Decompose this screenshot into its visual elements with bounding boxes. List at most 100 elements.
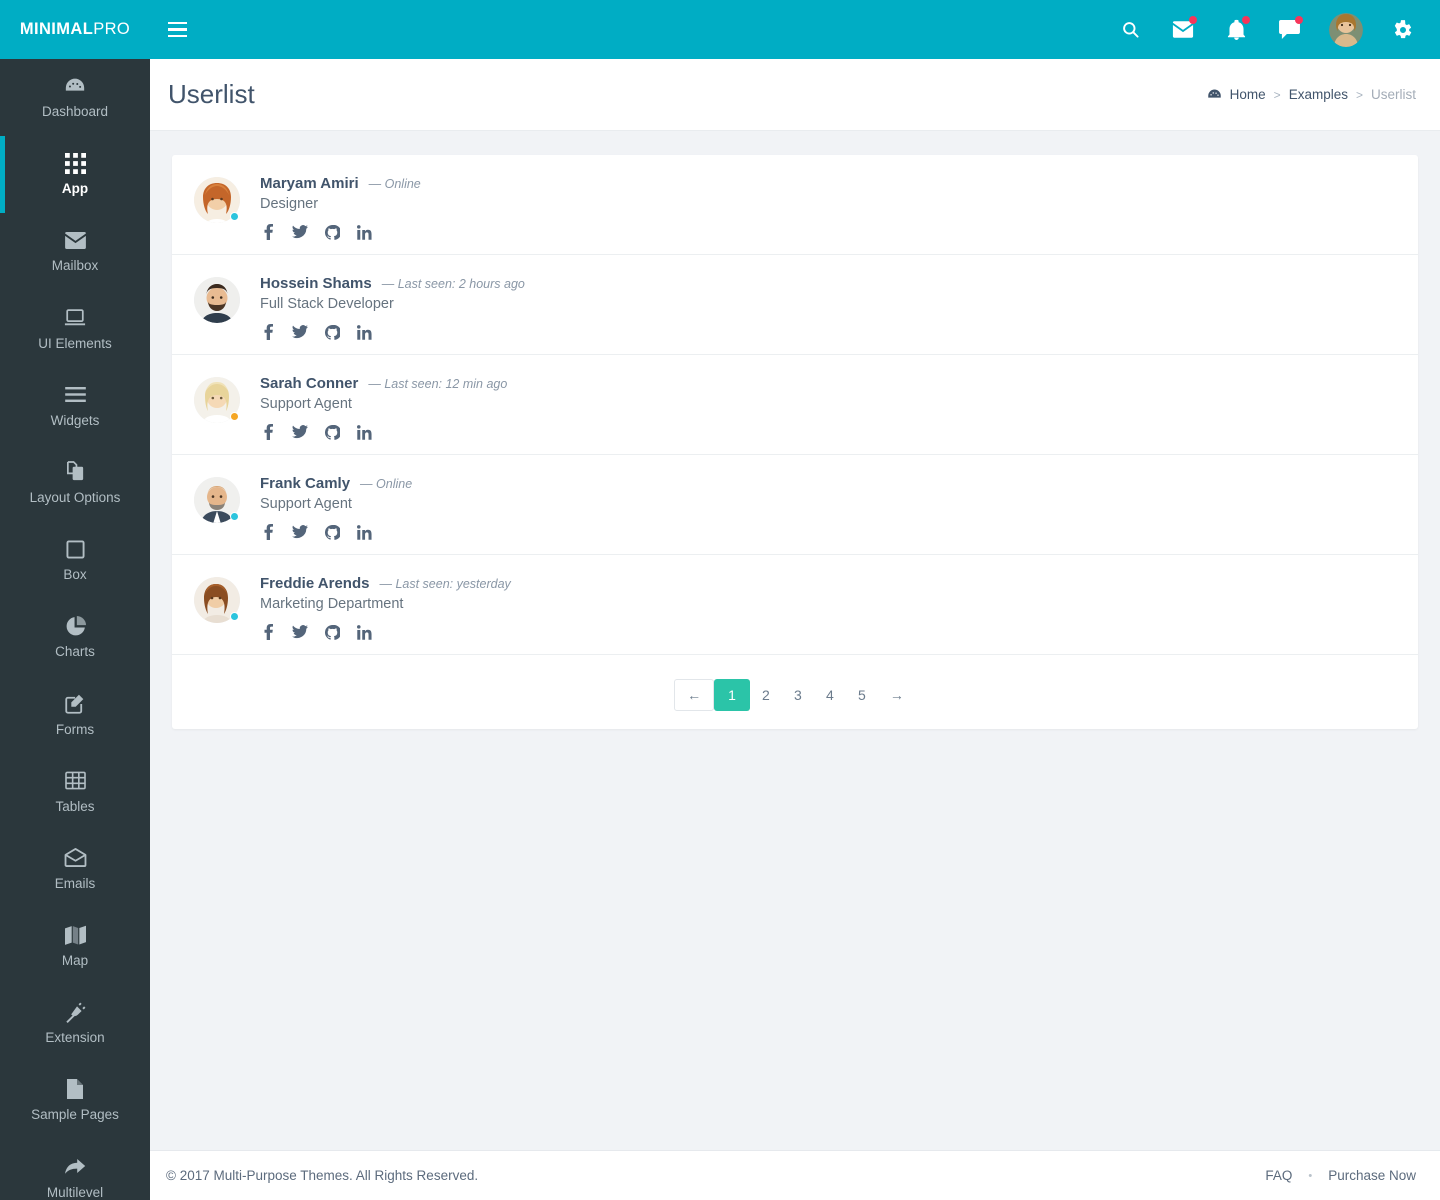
pagination-prev[interactable]: ←: [674, 679, 715, 711]
sidebar-item-mailbox[interactable]: Mailbox: [0, 213, 150, 290]
user-name-line: Maryam Amiri — Online: [260, 175, 421, 192]
breadcrumb-home[interactable]: Home: [1230, 87, 1266, 102]
list-item[interactable]: Sarah Conner — Last seen: 12 min ago Sup…: [172, 355, 1418, 455]
github-icon[interactable]: [324, 624, 340, 640]
pagination-page-5[interactable]: 5: [846, 679, 878, 711]
avatar-wrapper: [194, 177, 240, 223]
user-status: — Last seen: yesterday: [379, 577, 511, 591]
search-icon[interactable]: [1117, 17, 1143, 43]
user-status: — Last seen: 12 min ago: [368, 377, 508, 391]
twitter-icon[interactable]: [292, 324, 308, 340]
footer-copyright: © 2017 Multi-Purpose Themes. All Rights …: [166, 1168, 479, 1183]
facebook-icon[interactable]: [260, 224, 276, 240]
github-icon[interactable]: [324, 424, 340, 440]
status-indicator-away: [230, 412, 239, 421]
user-info: Frank Camly — Online Support Agent: [260, 473, 412, 540]
user-name[interactable]: Sarah Conner: [260, 375, 358, 392]
user-name[interactable]: Freddie Arends: [260, 575, 369, 592]
list-item[interactable]: Hossein Shams — Last seen: 2 hours ago F…: [172, 255, 1418, 355]
pie-chart-icon: [65, 613, 86, 639]
linkedin-icon[interactable]: [356, 224, 372, 240]
pagination-page-2[interactable]: 2: [750, 679, 782, 711]
sidebar-item-label: Multilevel: [46, 1184, 104, 1200]
sidebar-item-label: Layout Options: [29, 489, 121, 505]
linkedin-icon[interactable]: [356, 524, 372, 540]
facebook-icon[interactable]: [260, 324, 276, 340]
github-icon[interactable]: [324, 524, 340, 540]
sidebar-item-forms[interactable]: Forms: [0, 677, 150, 754]
bell-icon[interactable]: [1223, 15, 1250, 43]
twitter-icon[interactable]: [292, 424, 308, 440]
brand-logo-light: PRO: [93, 20, 131, 38]
header-actions: [1117, 12, 1440, 47]
sidebar-item-charts[interactable]: Charts: [0, 599, 150, 676]
sidebar-item-box[interactable]: Box: [0, 522, 150, 599]
settings-gear-icon[interactable]: [1390, 17, 1416, 43]
twitter-icon[interactable]: [292, 624, 308, 640]
user-info: Hossein Shams — Last seen: 2 hours ago F…: [260, 273, 525, 340]
avatar[interactable]: [1329, 12, 1363, 47]
open-envelope-icon: [64, 845, 87, 871]
user-role: Full Stack Developer: [260, 296, 394, 312]
twitter-icon[interactable]: [292, 524, 308, 540]
sidebar-item-label: Forms: [55, 721, 95, 737]
sidebar-nav[interactable]: Dashboard App Mailbox UI Elements Widget: [0, 59, 150, 1200]
user-info: Sarah Conner — Last seen: 12 min ago Sup…: [260, 373, 507, 440]
github-icon[interactable]: [324, 324, 340, 340]
list-item[interactable]: Frank Camly — Online Support Agent: [172, 455, 1418, 555]
sidebar-item-label: Extension: [45, 1030, 105, 1046]
comment-icon[interactable]: [1276, 15, 1303, 43]
user-status: — Last seen: 2 hours ago: [381, 277, 525, 291]
sidebar-item-extension[interactable]: Extension: [0, 985, 150, 1062]
plug-icon: [65, 999, 86, 1025]
user-role: Support Agent: [260, 396, 352, 412]
linkedin-icon[interactable]: [356, 324, 372, 340]
sidebar-item-map[interactable]: Map: [0, 908, 150, 985]
footer-separator-dot: •: [1308, 1169, 1313, 1182]
footer-purchase-link[interactable]: Purchase Now: [1328, 1168, 1416, 1183]
envelope-icon[interactable]: [1170, 15, 1197, 43]
sidebar-item-tables[interactable]: Tables: [0, 754, 150, 831]
pagination-page-3[interactable]: 3: [782, 679, 814, 711]
pagination-page-1[interactable]: 1: [714, 679, 750, 711]
social-links: [260, 424, 507, 440]
linkedin-icon[interactable]: [356, 624, 372, 640]
facebook-icon[interactable]: [260, 624, 276, 640]
envelope-icon: [64, 227, 87, 253]
user-name[interactable]: Maryam Amiri: [260, 175, 359, 192]
facebook-icon[interactable]: [260, 424, 276, 440]
sidebar-item-emails[interactable]: Emails: [0, 831, 150, 908]
sidebar-item-label: Tables: [55, 798, 95, 814]
pagination-page-4[interactable]: 4: [814, 679, 846, 711]
sidebar-item-dashboard[interactable]: Dashboard: [0, 59, 150, 136]
brand-logo[interactable]: MINIMAL PRO: [0, 0, 150, 59]
user-name[interactable]: Frank Camly: [260, 475, 350, 492]
top-header-bar: MINIMAL PRO: [0, 0, 1440, 59]
twitter-icon[interactable]: [292, 224, 308, 240]
sidebar-item-app[interactable]: App: [0, 136, 150, 214]
list-item[interactable]: Freddie Arends — Last seen: yesterday Ma…: [172, 555, 1418, 655]
copy-icon: [65, 459, 86, 485]
status-indicator-online: [230, 612, 239, 621]
main-content: Userlist Home > Examples > Userlist Mary…: [150, 59, 1440, 1200]
linkedin-icon[interactable]: [356, 424, 372, 440]
sidebar-item-sample-pages[interactable]: Sample Pages: [0, 1062, 150, 1139]
list-item[interactable]: Maryam Amiri — Online Designer: [172, 155, 1418, 255]
edit-icon: [64, 691, 86, 717]
pagination: ← 1 2 3 4 5 →: [172, 679, 1418, 711]
menu-toggle-icon[interactable]: [168, 15, 198, 45]
sidebar-item-layout-options[interactable]: Layout Options: [0, 445, 150, 522]
user-name[interactable]: Hossein Shams: [260, 275, 372, 292]
notification-badge: [1295, 15, 1303, 24]
breadcrumb-examples[interactable]: Examples: [1289, 87, 1348, 102]
footer-faq-link[interactable]: FAQ: [1265, 1168, 1292, 1183]
sidebar-item-widgets[interactable]: Widgets: [0, 368, 150, 445]
page-title: Userlist: [168, 79, 255, 109]
avatar[interactable]: [194, 277, 240, 323]
github-icon[interactable]: [324, 224, 340, 240]
sidebar-item-multilevel[interactable]: Multilevel: [0, 1140, 150, 1200]
pagination-next[interactable]: →: [878, 679, 916, 711]
page-header: Userlist Home > Examples > Userlist: [150, 59, 1440, 131]
facebook-icon[interactable]: [260, 524, 276, 540]
sidebar-item-ui-elements[interactable]: UI Elements: [0, 291, 150, 368]
